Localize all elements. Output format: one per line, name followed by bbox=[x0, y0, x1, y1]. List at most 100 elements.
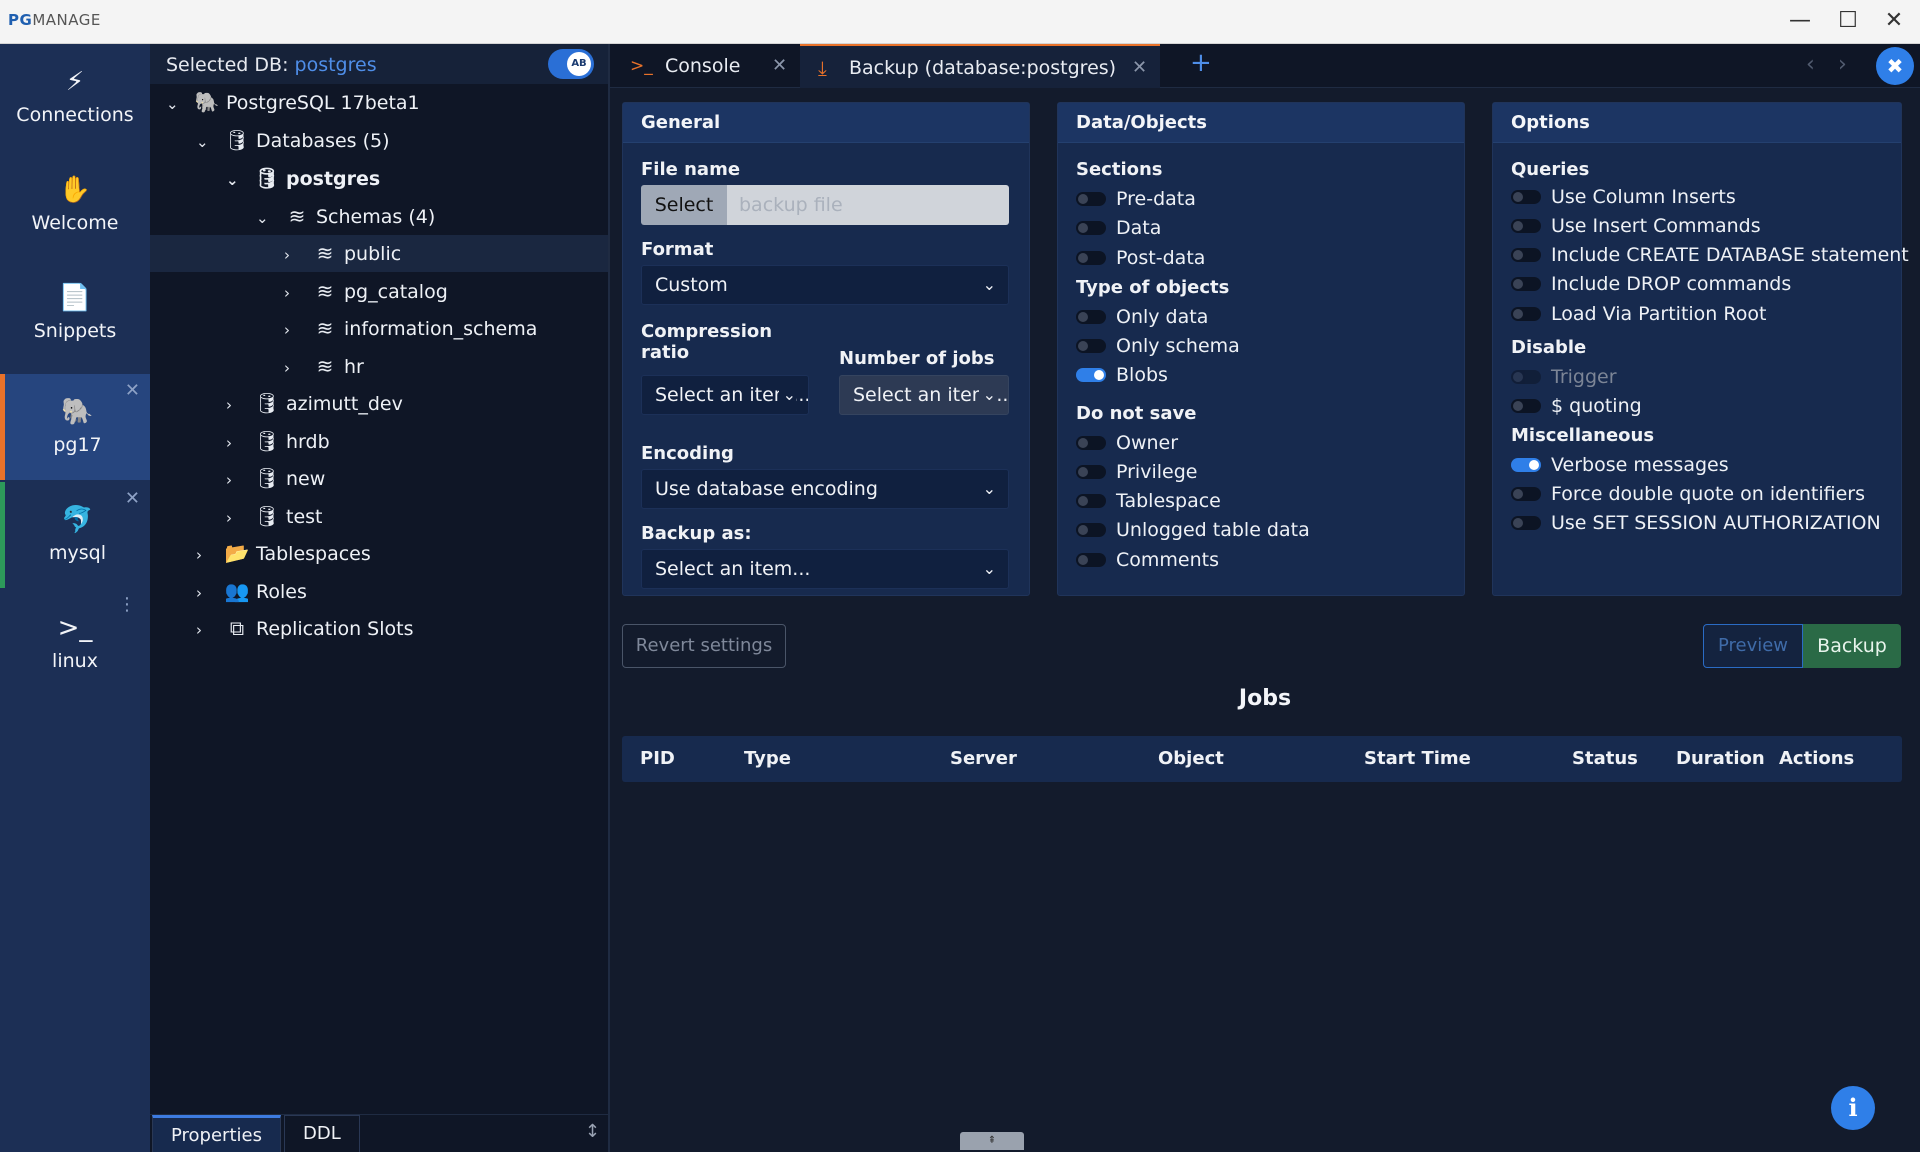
toggle-switch[interactable] bbox=[1076, 339, 1106, 353]
toggle-switch[interactable] bbox=[1076, 221, 1106, 235]
chevron-right-icon[interactable]: › bbox=[226, 500, 246, 537]
toggle-data[interactable]: Data bbox=[1076, 214, 1161, 243]
toggle-switch[interactable] bbox=[1076, 310, 1106, 324]
toggle-column-inserts[interactable]: Use Column Inserts bbox=[1511, 183, 1736, 212]
maximize-button[interactable]: ☐ bbox=[1828, 6, 1868, 36]
toggle-post-data[interactable]: Post-data bbox=[1076, 244, 1205, 273]
resize-icon[interactable]: ↕ bbox=[585, 1121, 600, 1142]
info-icon[interactable]: i bbox=[1831, 1086, 1875, 1130]
toggle-switch[interactable] bbox=[1511, 219, 1541, 233]
toggle-switch[interactable] bbox=[1076, 368, 1106, 382]
tree-node-tablespaces[interactable]: › 📂 Tablespaces bbox=[196, 535, 608, 572]
toggle-switch[interactable] bbox=[1076, 494, 1106, 508]
toggle-blobs[interactable]: Blobs bbox=[1076, 361, 1168, 390]
toggle-create-database[interactable]: Include CREATE DATABASE statement bbox=[1511, 241, 1909, 270]
column-header-status[interactable]: Status bbox=[1572, 736, 1638, 782]
chevron-right-icon[interactable]: › bbox=[196, 612, 216, 649]
chevron-right-icon[interactable]: › bbox=[1838, 52, 1847, 77]
toggle-switch[interactable] bbox=[1511, 516, 1541, 530]
toggle-switch[interactable] bbox=[1076, 436, 1106, 450]
toggle-switch[interactable] bbox=[1511, 458, 1541, 472]
tree-node-schema-pg-catalog[interactable]: › ≋ pg_catalog bbox=[284, 273, 608, 310]
chevron-right-icon[interactable]: › bbox=[226, 387, 246, 424]
tree-node-replication-slots[interactable]: › ⧉ Replication Slots bbox=[196, 610, 608, 647]
chevron-right-icon[interactable]: › bbox=[196, 575, 216, 612]
column-header-pid[interactable]: PID bbox=[640, 736, 675, 782]
format-select[interactable]: Custom ⌄ bbox=[641, 265, 1009, 305]
select-file-button[interactable]: Select bbox=[641, 185, 727, 225]
toggle-only-schema[interactable]: Only schema bbox=[1076, 332, 1240, 361]
nav-connections[interactable]: ⚡ Connections bbox=[0, 44, 150, 150]
minimize-button[interactable]: — bbox=[1780, 6, 1820, 36]
backup-button[interactable]: Backup bbox=[1803, 624, 1901, 668]
tools-icon[interactable]: ✖ bbox=[1876, 47, 1914, 85]
backup-as-select[interactable]: Select an item... ⌄ bbox=[641, 549, 1009, 589]
chevron-right-icon[interactable]: › bbox=[226, 462, 246, 499]
nav-connection-pg17[interactable]: ✕ 🐘 pg17 bbox=[0, 374, 150, 480]
bottom-panel-drag-handle[interactable]: ⇞ bbox=[960, 1132, 1024, 1150]
toggle-only-data[interactable]: Only data bbox=[1076, 303, 1208, 332]
more-options-icon[interactable]: ⋮ bbox=[118, 594, 136, 615]
tree-node-server[interactable]: ⌄ 🐘 PostgreSQL 17beta1 bbox=[166, 84, 608, 121]
tab-ddl[interactable]: DDL bbox=[284, 1115, 360, 1152]
column-header-actions[interactable]: Actions bbox=[1779, 736, 1854, 782]
toggle-owner[interactable]: Owner bbox=[1076, 429, 1178, 458]
chevron-left-icon[interactable]: ‹ bbox=[1806, 52, 1815, 77]
tab-console[interactable]: >_ Console ✕ bbox=[610, 44, 796, 88]
toggle-partition-root[interactable]: Load Via Partition Root bbox=[1511, 300, 1766, 329]
chevron-down-icon[interactable]: ⌄ bbox=[166, 86, 186, 123]
tree-node-schema-information-schema[interactable]: › ≋ information_schema bbox=[284, 310, 608, 347]
toggle-switch[interactable] bbox=[1511, 190, 1541, 204]
tree-node-db-hrdb[interactable]: › 🛢 hrdb bbox=[226, 423, 608, 460]
toggle-verbose-messages[interactable]: Verbose messages bbox=[1511, 451, 1729, 480]
toggle-set-session-authorization[interactable]: Use SET SESSION AUTHORIZATION bbox=[1511, 509, 1881, 538]
toggle-switch[interactable] bbox=[1076, 465, 1106, 479]
tree-node-db-azimutt-dev[interactable]: › 🛢 azimutt_dev bbox=[226, 385, 608, 422]
chevron-down-icon[interactable]: ⌄ bbox=[256, 200, 276, 237]
tree-node-roles[interactable]: › 👥 Roles bbox=[196, 573, 608, 610]
toggle-switch[interactable] bbox=[1511, 487, 1541, 501]
preview-button[interactable]: Preview bbox=[1703, 624, 1803, 668]
chevron-right-icon[interactable]: › bbox=[284, 275, 304, 312]
tree-node-schemas[interactable]: ⌄ ≋ Schemas (4) bbox=[256, 198, 608, 235]
toggle-comments[interactable]: Comments bbox=[1076, 546, 1219, 575]
jobs-count-select[interactable]: Select an item... ⌄ bbox=[839, 375, 1009, 415]
toggle-drop-commands[interactable]: Include DROP commands bbox=[1511, 270, 1791, 299]
chevron-right-icon[interactable]: › bbox=[284, 237, 304, 274]
toggle-privilege[interactable]: Privilege bbox=[1076, 458, 1197, 487]
chevron-right-icon[interactable]: › bbox=[196, 537, 216, 574]
toggle-switch[interactable] bbox=[1076, 192, 1106, 206]
toggle-switch[interactable] bbox=[1076, 251, 1106, 265]
close-icon[interactable]: ✕ bbox=[772, 44, 787, 88]
toggle-unlogged-table-data[interactable]: Unlogged table data bbox=[1076, 516, 1310, 545]
nav-connection-mysql[interactable]: ✕ 🐬 mysql bbox=[0, 482, 150, 588]
compression-select[interactable]: Select an item... ⌄ bbox=[641, 375, 809, 415]
chevron-right-icon[interactable]: › bbox=[284, 312, 304, 349]
toggle-switch[interactable] bbox=[1511, 307, 1541, 321]
column-header-type[interactable]: Type bbox=[744, 736, 791, 782]
close-icon[interactable]: ✕ bbox=[1132, 46, 1147, 90]
column-header-server[interactable]: Server bbox=[950, 736, 1017, 782]
chevron-down-icon[interactable]: ⌄ bbox=[196, 124, 216, 161]
column-header-start-time[interactable]: Start Time bbox=[1364, 736, 1471, 782]
tree-node-db-postgres[interactable]: ⌄ 🛢 postgres bbox=[226, 160, 608, 197]
toggle-switch[interactable] bbox=[1511, 277, 1541, 291]
close-icon[interactable]: ✕ bbox=[125, 488, 140, 509]
toggle-force-double-quote[interactable]: Force double quote on identifiers bbox=[1511, 480, 1865, 509]
tab-backup[interactable]: ⤓ Backup (database:postgres) ✕ bbox=[800, 44, 1160, 88]
autocomplete-toggle[interactable]: AB bbox=[548, 49, 594, 79]
nav-snippets[interactable]: 📄 Snippets bbox=[0, 260, 150, 366]
column-header-object[interactable]: Object bbox=[1158, 736, 1224, 782]
nav-welcome[interactable]: ✋ Welcome bbox=[0, 152, 150, 258]
chevron-right-icon[interactable]: › bbox=[284, 350, 304, 387]
tree-node-db-new[interactable]: › 🛢 new bbox=[226, 460, 608, 497]
toggle-insert-commands[interactable]: Use Insert Commands bbox=[1511, 212, 1761, 241]
toggle-switch[interactable] bbox=[1511, 248, 1541, 262]
add-tab-button[interactable]: + bbox=[1190, 48, 1212, 78]
revert-settings-button[interactable]: Revert settings bbox=[622, 624, 786, 668]
chevron-down-icon[interactable]: ⌄ bbox=[226, 162, 246, 199]
close-icon[interactable]: ✕ bbox=[125, 380, 140, 401]
tree-node-schema-public[interactable]: › ≋ public bbox=[150, 235, 608, 272]
tab-properties[interactable]: Properties bbox=[152, 1115, 281, 1152]
chevron-right-icon[interactable]: › bbox=[226, 425, 246, 462]
